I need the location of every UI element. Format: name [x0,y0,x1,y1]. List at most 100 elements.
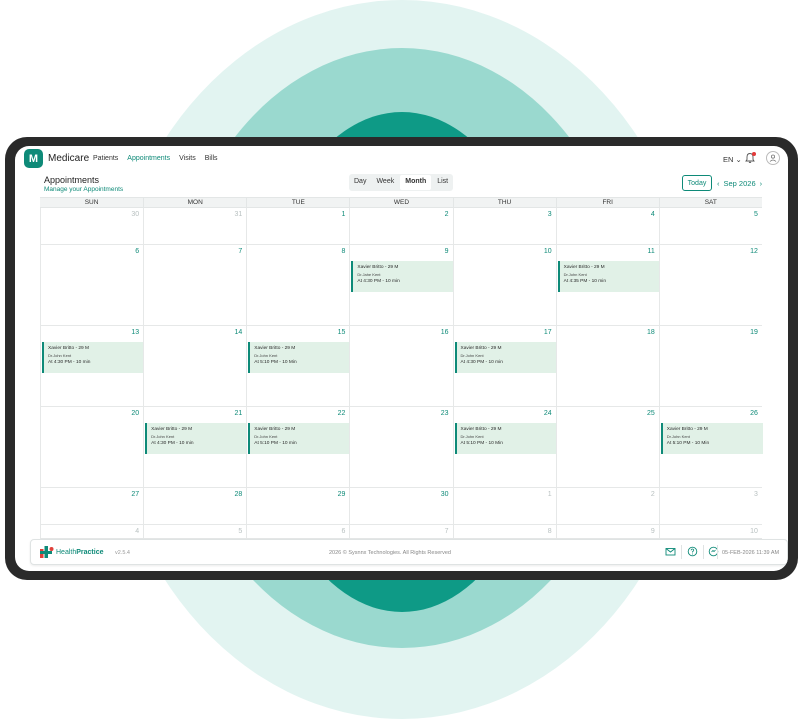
app-screen: M Medicare Patients Appointments Visits … [15,146,788,571]
appointment-event[interactable]: Xavier Britto - 29 M Dr.John Kent At 4:30 … [145,423,248,454]
calendar-day-cell[interactable]: 12 [658,245,762,325]
appointment-event[interactable]: Xavier Britto - 29 M Dr.John Kent At 4:30 … [454,342,557,373]
calendar-day-cell[interactable]: 8 [452,525,556,538]
appointment-doctor: Dr.Jahe Kent [357,272,381,277]
calendar-day-cell[interactable]: 31 [143,208,246,244]
calendar-day-cell[interactable]: 5 [143,525,246,538]
app-logo[interactable]: M [24,149,43,168]
footer-copyright: 2026 © Sysnnx Technologies. All Rights R… [329,550,451,556]
appointment-time: At 4:30 PM - 10 min [48,360,91,365]
weekday-header: SUN MON TUE WED THU FRI SAT [40,197,762,208]
footer-brand: HealthPractice [56,549,103,556]
today-button[interactable]: Today [682,175,712,191]
calendar-day-cell[interactable]: 2 [349,208,452,244]
calendar-day-cell[interactable]: 18 [555,326,659,406]
day-number: 11 [647,248,655,255]
chevron-right-icon[interactable]: › [760,179,763,188]
calendar-day-cell[interactable]: 11 Xavier Britto - 29 M Dr.John Kent At 4:3… [555,245,660,325]
appointment-time: At 4:30 PM - 10 min [460,360,503,365]
calendar-day-cell[interactable]: 24 Xavier Britto - 29 M Dr.John Kent At 5:1… [452,407,557,487]
day-number: 12 [750,248,758,255]
calendar-day-cell[interactable]: 15 Xavier Britto - 29 M Dr.John Kent At 5:1… [246,326,351,406]
calendar-day-cell[interactable]: 1 [452,488,556,524]
appointment-event[interactable]: Xavier Britto - 29 M Dr.John Kent At 5:10 … [248,342,351,373]
nav-patients[interactable]: Patients [93,155,118,162]
appointment-doctor: Dr.John Kent [563,272,587,277]
appointment-event[interactable]: Xavier Britto - 29 M Dr.John Kent At 5:10 … [248,423,351,454]
day-number: 28 [234,491,243,498]
day-number: 30 [440,491,449,498]
day-number: 7 [238,248,243,255]
calendar-day-cell[interactable]: 6 [40,245,143,325]
calendar-day-cell[interactable]: 3 [452,208,556,244]
day-number: 30 [131,211,140,218]
footer-brand-prefix: Health [56,549,77,556]
day-number: 1 [341,211,346,218]
calendar-day-cell[interactable]: 30 [40,208,143,244]
calendar-day-cell[interactable]: 22 Xavier Britto - 29 M Dr.John Kent At 5:1… [246,407,351,487]
nav-appointments[interactable]: Appointments [127,155,170,162]
weekday-label: TUE [246,198,349,207]
appointment-event[interactable]: Xavier Britto - 29 M Dr.Jahe Kent At 4:30 … [351,261,454,292]
calendar-day-cell[interactable]: 13 Xavier Britto - 29 M Dr.John Kent At 4:3… [40,326,144,406]
day-number: 4 [650,211,655,218]
calendar-day-cell[interactable]: 30 [349,488,452,524]
calendar-day-cell[interactable]: 5 [658,208,762,244]
calendar-day-cell[interactable]: 23 [349,407,452,487]
calendar-day-cell[interactable]: 4 [40,525,143,538]
calendar-day-cell[interactable]: 10 [452,245,556,325]
calendar-day-cell[interactable]: 19 [658,326,762,406]
view-month[interactable]: Month [400,175,432,190]
calendar-day-cell[interactable]: 1 [246,208,349,244]
appointment-event[interactable]: Xavier Britto - 29 M Dr.John Kent At 4:30 … [42,342,144,373]
calendar-day-cell[interactable]: 8 [246,245,349,325]
day-number: 3 [547,211,552,218]
calendar-day-cell[interactable]: 25 [555,407,659,487]
appointment-event[interactable]: Xavier Britto - 29 M Dr.John Kent At 5:10 … [454,423,557,454]
day-number: 9 [444,248,449,255]
day-number: 31 [234,211,243,218]
language-selector[interactable]: EN ⌄ [723,155,742,164]
top-navbar: M Medicare Patients Appointments Visits … [15,146,788,172]
calendar-day-cell[interactable]: 26 Xavier Britto - 29 M Dr.John Kent At 5:1… [658,407,763,487]
footer-divider [717,545,718,559]
calendar-day-cell[interactable]: 28 [143,488,246,524]
calendar-day-cell[interactable]: 27 [40,488,143,524]
calendar-day-cell[interactable]: 7 [143,245,246,325]
calendar-day-cell[interactable]: 17 Xavier Britto - 29 M Dr.John Kent At 4:3… [452,326,557,406]
nav-visits[interactable]: Visits [179,155,196,162]
calendar-day-cell[interactable]: 4 [555,208,659,244]
day-number: 18 [646,329,655,336]
calendar-day-cell[interactable]: 21 Xavier Britto - 29 M Dr.John Kent At 4:3… [143,407,248,487]
calendar-week-row: 27 28 29 30 1 2 3 [40,488,762,525]
calendar-day-cell[interactable]: 29 [246,488,349,524]
appointment-patient: Xavier Britto - 29 M [48,346,90,351]
calendar-day-cell[interactable]: 20 [40,407,143,487]
appointment-doctor: Dr.John Kent [151,434,175,439]
appointment-event[interactable]: Xavier Britto - 29 M Dr.John Kent At 4:35 … [557,261,660,292]
main-nav: Patients Appointments Visits Bills [93,155,218,162]
calendar-day-cell[interactable]: 16 [349,326,452,406]
calendar-day-cell[interactable]: 9 Xavier Britto - 29 M Dr.Jahe Kent At 4:30… [349,245,454,325]
calendar-day-cell[interactable]: 7 [349,525,452,538]
calendar-day-cell[interactable]: 6 [246,525,349,538]
calendar-day-cell[interactable]: 10 [658,525,762,538]
view-week[interactable]: Week [371,174,399,191]
notification-dot [752,152,756,156]
day-number: 29 [337,491,346,498]
help-icon[interactable] [687,546,698,557]
view-list[interactable]: List [432,174,453,191]
language-label: EN [723,155,734,164]
chevron-left-icon[interactable]: ‹ [717,179,720,188]
nav-bills[interactable]: Bills [205,155,218,162]
user-avatar[interactable] [766,151,780,165]
appointment-event[interactable]: Xavier Britto - 29 M Dr.John Kent At 5:10 … [660,423,763,454]
calendar-week-row: 20 21 Xavier Britto - 29 M Dr.John Kent At 4… [40,407,763,488]
view-day[interactable]: Day [349,174,371,191]
appointment-doctor: Dr.John Kent [254,353,278,358]
calendar-day-cell[interactable]: 3 [658,488,762,524]
calendar-day-cell[interactable]: 14 [143,326,246,406]
calendar-day-cell[interactable]: 9 [555,525,659,538]
calendar-day-cell[interactable]: 2 [555,488,659,524]
mail-icon[interactable] [665,546,676,557]
